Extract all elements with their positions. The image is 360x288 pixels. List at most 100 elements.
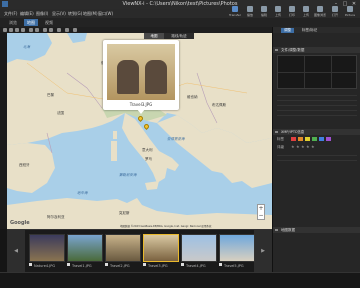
map-label-france: 法国 <box>57 111 64 115</box>
thumbnail[interactable] <box>105 234 141 262</box>
upload-button[interactable]: 上传 <box>271 6 285 17</box>
info-row <box>277 113 357 116</box>
map-label-tunisia: 突尼斯 <box>119 211 130 215</box>
statue-left <box>117 60 139 94</box>
transfer-button[interactable]: Transfer <box>228 6 242 17</box>
map-label-north-sea: 北海 <box>23 45 30 49</box>
thumbnail-caption: Travel4.JPG <box>186 264 206 268</box>
image-browse-button[interactable]: 图像浏览 <box>313 6 327 17</box>
label-red[interactable] <box>291 137 296 141</box>
thumbnail-checkbox[interactable] <box>143 263 146 266</box>
thumbnail[interactable] <box>143 234 179 262</box>
thumbnail-caption: Travel2.JPG <box>110 264 130 268</box>
label-yellow[interactable] <box>305 137 310 141</box>
thumbnail[interactable] <box>219 234 255 262</box>
rating-star[interactable]: ★ <box>301 144 305 149</box>
label-orange[interactable] <box>298 137 303 141</box>
tab-labels[interactable]: 标签/标记 <box>299 28 320 33</box>
zoom-out-button[interactable]: − <box>258 212 264 219</box>
tab-adjust[interactable]: 调整 <box>281 28 294 33</box>
print-button[interactable]: 打印 <box>285 6 299 17</box>
thumbnail-checkbox[interactable] <box>219 263 222 266</box>
color-labels <box>291 137 351 141</box>
window-title: ViewNX-i - C:\Users\Nikon\test\Pictures\… <box>122 1 238 7</box>
thumbnail-checkbox[interactable] <box>181 263 184 266</box>
map-attribution[interactable]: 地图数据 ©2023 GeoBasis-DE/BKG, Google, Inst… <box>120 224 211 228</box>
rotate-right-icon[interactable] <box>35 28 39 32</box>
info-row <box>277 153 357 156</box>
menu-map[interactable]: 地图(M) <box>83 11 98 17</box>
pin-tool-icon[interactable] <box>15 28 19 32</box>
thumbnail[interactable] <box>67 234 103 262</box>
settings-icon[interactable] <box>65 28 69 32</box>
info-row <box>277 93 357 96</box>
menu-goto[interactable]: 转到(G) <box>68 11 82 17</box>
app-logo-icon <box>2 1 8 7</box>
thumbnail-checkbox[interactable] <box>67 263 70 266</box>
label-purple[interactable] <box>326 137 331 141</box>
photo-popup[interactable]: Travel3.JPG <box>103 40 179 114</box>
zoom-icon[interactable] <box>49 28 53 32</box>
map-label-spain: 西班牙 <box>19 163 30 167</box>
thumbnail-checkbox[interactable] <box>29 263 32 266</box>
map-label-vienna: 维也纳 <box>187 95 198 99</box>
google-logo: Google <box>10 220 30 226</box>
map-label-tyrrhenian: 第勒尼安海 <box>119 173 137 177</box>
rotate-left-icon[interactable] <box>29 28 33 32</box>
info-row <box>277 98 357 101</box>
play-icon <box>247 6 253 12</box>
thumbnail-checkbox[interactable] <box>105 263 108 266</box>
rating-star[interactable]: ★ <box>311 144 315 149</box>
filmstrip-next-button[interactable]: ▶ <box>254 230 272 273</box>
menu-file[interactable]: 文件(F) <box>4 11 17 17</box>
info-row <box>277 158 357 161</box>
print-icon <box>289 6 295 12</box>
menu-window[interactable]: 窗口(W) <box>98 11 113 17</box>
left-strip <box>0 33 7 229</box>
upload-icon <box>275 6 281 12</box>
rating-star[interactable]: ★ <box>296 144 300 149</box>
open-button[interactable]: 打开 <box>328 6 342 17</box>
map-label-adriatic: 亚得里亚海 <box>167 137 185 141</box>
rating-star[interactable]: ★ <box>306 144 310 149</box>
menu-edit[interactable]: 编辑(E) <box>20 11 34 17</box>
section-xmp-iptc[interactable]: XMP/IPTC信息 <box>273 129 360 135</box>
select-tool-icon[interactable] <box>3 28 7 32</box>
play-button[interactable]: 播放 <box>243 6 257 17</box>
tab-browse[interactable]: 浏览 <box>6 19 20 26</box>
map-label-paris: 巴黎 <box>47 93 54 97</box>
edit-icon <box>261 6 267 12</box>
map-label-italy: 意大利 <box>142 148 153 152</box>
sync-icon[interactable] <box>73 28 77 32</box>
popup-photo[interactable] <box>107 44 175 100</box>
layer-icon[interactable] <box>57 28 61 32</box>
right-panel: 调整 标签/标记 文件/调整/数据 XMP/IPTC信息 标签 评级 ★ ★ ★… <box>272 27 360 272</box>
popup-tail <box>137 109 145 114</box>
tab-route-track[interactable]: 路线/轨迹 <box>164 33 194 39</box>
section-file-adjust[interactable]: 文件/调整/数据 <box>273 47 360 53</box>
label-green[interactable] <box>312 137 317 141</box>
thumbnail[interactable] <box>29 234 65 262</box>
tab-movie[interactable]: 视频 <box>42 19 56 26</box>
label-blue[interactable] <box>319 137 324 141</box>
share-button[interactable]: 上传 <box>299 6 313 17</box>
rating-star[interactable]: ★ <box>291 144 295 149</box>
route-tool-icon[interactable] <box>21 28 25 32</box>
rating-label: 评级 <box>277 145 284 149</box>
menu-image[interactable]: 图像(I) <box>36 11 48 17</box>
zoom-in-button[interactable]: + <box>258 205 264 212</box>
menu-view[interactable]: 显示(V) <box>52 11 66 17</box>
tab-map[interactable]: 地图 <box>24 19 38 26</box>
picture-button[interactable]: Picture <box>343 6 357 17</box>
collapse-icon <box>275 49 278 51</box>
search-icon[interactable] <box>43 28 47 32</box>
edit-button[interactable]: 编辑 <box>257 6 271 17</box>
thumbnail[interactable] <box>181 234 217 262</box>
map-label-algeria: 阿尔及利亚 <box>47 215 65 219</box>
tab-map-view[interactable]: 地图 <box>144 33 164 39</box>
section-map-data[interactable]: 地图数据 <box>273 227 360 233</box>
popup-caption: Travel3.JPG <box>129 102 153 107</box>
filmstrip-prev-button[interactable]: ◀ <box>7 230 25 273</box>
collapse-icon <box>275 131 278 133</box>
hand-tool-icon[interactable] <box>9 28 13 32</box>
